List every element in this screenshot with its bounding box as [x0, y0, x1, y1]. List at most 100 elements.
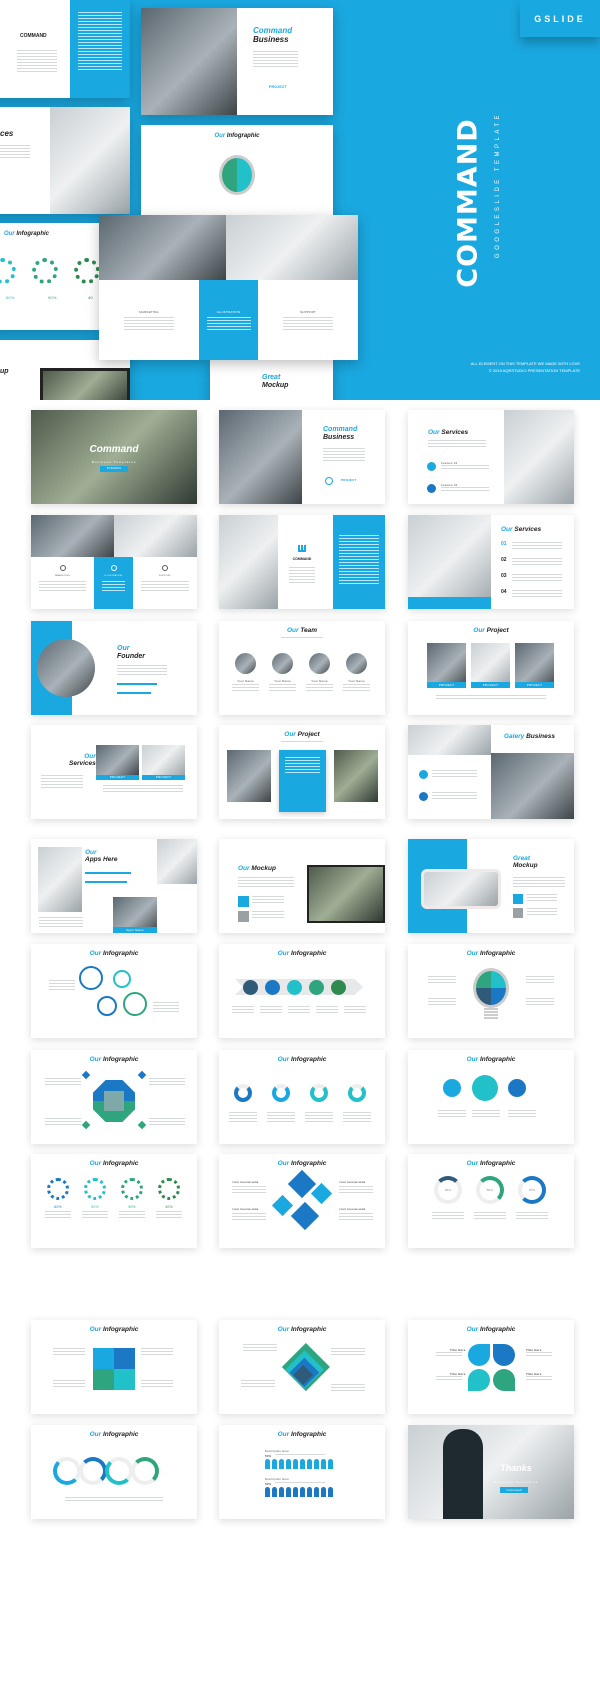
slide-thumbnail[interactable]: Galery Business: [408, 725, 574, 819]
person-icon: [272, 1487, 277, 1497]
slide-thumbnail[interactable]: Our Mockup: [219, 839, 385, 933]
slide-title: Galery Business: [504, 733, 555, 740]
slide-title: Our Infographic: [219, 1160, 385, 1167]
slide-thumbnail[interactable]: Our Infographic YOUR TAGLINE HERE YOUR TAG…: [219, 1154, 385, 1248]
text-lines: [474, 1212, 506, 1221]
slide-thumbnail[interactable]: Great Mockup: [408, 839, 574, 933]
slide-thumbnail[interactable]: Our Infographic: [31, 1425, 197, 1519]
photo: [96, 745, 139, 775]
text-lines: [508, 1110, 536, 1118]
text-lines: [260, 1006, 282, 1013]
collage-slide-services: ces: [0, 107, 130, 214]
slide-thumbnail[interactable]: Our Services Feature 01 Feature 02: [408, 410, 574, 504]
slide-thumbnail[interactable]: Our Infographic: [31, 944, 197, 1038]
wave-segment: [53, 1457, 81, 1485]
feature-icon: [508, 1079, 526, 1097]
title-rest: Infographic: [102, 1056, 139, 1063]
slide-thumbnail[interactable]: Our Infographic Title Here Title Here Title…: [408, 1320, 574, 1414]
slide-thumbnail[interactable]: Our Infographic: [408, 1050, 574, 1144]
step-circle: [97, 996, 117, 1016]
brand-subtitle: GOOGLESLIDE TEMPLATE: [495, 111, 501, 259]
slide-title: Our Mockup: [238, 865, 276, 872]
users-icon: [325, 477, 333, 485]
text-lines: [285, 757, 320, 775]
photo: [31, 515, 114, 557]
text-lines: [275, 1482, 325, 1485]
progress-ring: [348, 1084, 366, 1102]
text-lines: [432, 792, 477, 800]
slide-thumbnail[interactable]: Our Infographic: [408, 944, 574, 1038]
slide-thumbnail[interactable]: Our Services 01 02 03 04: [408, 515, 574, 609]
title-rest: Infographic: [102, 1160, 139, 1167]
diamond-icon: [290, 1201, 320, 1231]
project-label: PROJECT: [471, 682, 510, 688]
column-icon: [162, 565, 168, 571]
title-rest: Project: [486, 627, 509, 634]
title-accent: Our: [277, 1160, 290, 1167]
title-accent: Our: [466, 1056, 479, 1063]
slide-thumbnail[interactable]: Our Founder: [31, 621, 197, 715]
text-lines: [153, 1002, 179, 1012]
slide-thumbnail[interactable]: Our Infographic: [31, 1320, 197, 1414]
text-lines: [141, 581, 189, 593]
text-lines: [526, 1376, 552, 1382]
slide-thumbnail[interactable]: Command Business PROJECT: [219, 410, 385, 504]
slide-title: Our Infographic: [31, 1056, 197, 1063]
title-rest: Services: [441, 429, 469, 436]
title-accent: Our: [89, 1056, 102, 1063]
slide-title: Our Infographic: [219, 1326, 385, 1333]
person-icon: [300, 1459, 305, 1469]
slide-thumbnail[interactable]: Our Apps Here Apps Name: [31, 839, 197, 933]
petal: [468, 1344, 490, 1366]
text-lines: [339, 1186, 373, 1193]
text-lines: [103, 785, 183, 792]
slide-thumbnail[interactable]: Our Infographic: [219, 1320, 385, 1414]
slide-thumbnail[interactable]: Our Infographic Description Here 50% Descri…: [219, 1425, 385, 1519]
feature-icon: [427, 484, 436, 493]
thanks-button: Command: [500, 1487, 528, 1493]
collage-slide-team: MARKETING ILLUSTRATION SUPPORT: [99, 215, 358, 360]
text-lines: [149, 1118, 185, 1125]
wave-segment: [79, 1457, 107, 1485]
slide-thumbnail[interactable]: Our Project PROJECT PROJECT PROJECT: [408, 621, 574, 715]
text-lines: [45, 1118, 81, 1125]
wave-segment: [105, 1457, 133, 1485]
slide-thumbnail[interactable]: Our Team Your Name Your Name Your Name Your …: [219, 621, 385, 715]
slide-thumbnail[interactable]: Our Infographic 25% 50% 75%: [408, 1154, 574, 1248]
slide-thumbnail[interactable]: Our Services PROJECT PROJECT: [31, 725, 197, 819]
slide-thumbnail[interactable]: Command Business Templates BUSINESS: [31, 410, 197, 504]
people-percent: 50%: [265, 1482, 272, 1486]
slide-thumbnail[interactable]: Our Infographic: [219, 1050, 385, 1144]
title-accent: Our: [473, 627, 485, 634]
title-accent: Our: [84, 753, 96, 760]
text-lines: [156, 1211, 182, 1220]
slide-thumbnail[interactable]: Our Infographic: [219, 944, 385, 1038]
feature-icon: [513, 894, 523, 904]
text-lines: [512, 542, 562, 549]
title-rest: Business: [526, 733, 555, 740]
text-lines: [436, 695, 546, 700]
title-accent: Our: [89, 1160, 102, 1167]
title-rest: Team: [300, 627, 318, 634]
skill-bar: [117, 692, 151, 694]
text-lines: [141, 1348, 173, 1356]
text-lines: [232, 1213, 266, 1220]
tagline: YOUR TAGLINE HERE: [339, 1209, 366, 1211]
photo: [235, 653, 256, 674]
text-lines: [526, 998, 554, 1006]
slide-thumbnail[interactable]: COMMAND: [219, 515, 385, 609]
slide-thumbnail[interactable]: Our Infographic: [31, 1050, 197, 1144]
slide-title: Our Services: [428, 429, 468, 436]
slide-thumbnail[interactable]: Thanks Business Templates Command: [408, 1425, 574, 1519]
bulb-base: [484, 1008, 498, 1020]
slide-thumbnail[interactable]: MARKETING ILLUSTRATION SUPPORT: [31, 515, 197, 609]
description-label: Description Here: [265, 1477, 290, 1481]
progress-dial: [84, 1178, 106, 1200]
text-lines: [102, 581, 125, 593]
step-icon: [265, 980, 280, 995]
slide-thumbnail[interactable]: Our Infographic 60% 50% 90% 40%: [31, 1154, 197, 1248]
person-figure: [443, 1429, 483, 1519]
person-icon: [272, 1459, 277, 1469]
slide-title: Our Team: [219, 627, 385, 634]
slide-thumbnail[interactable]: Our Project: [219, 725, 385, 819]
